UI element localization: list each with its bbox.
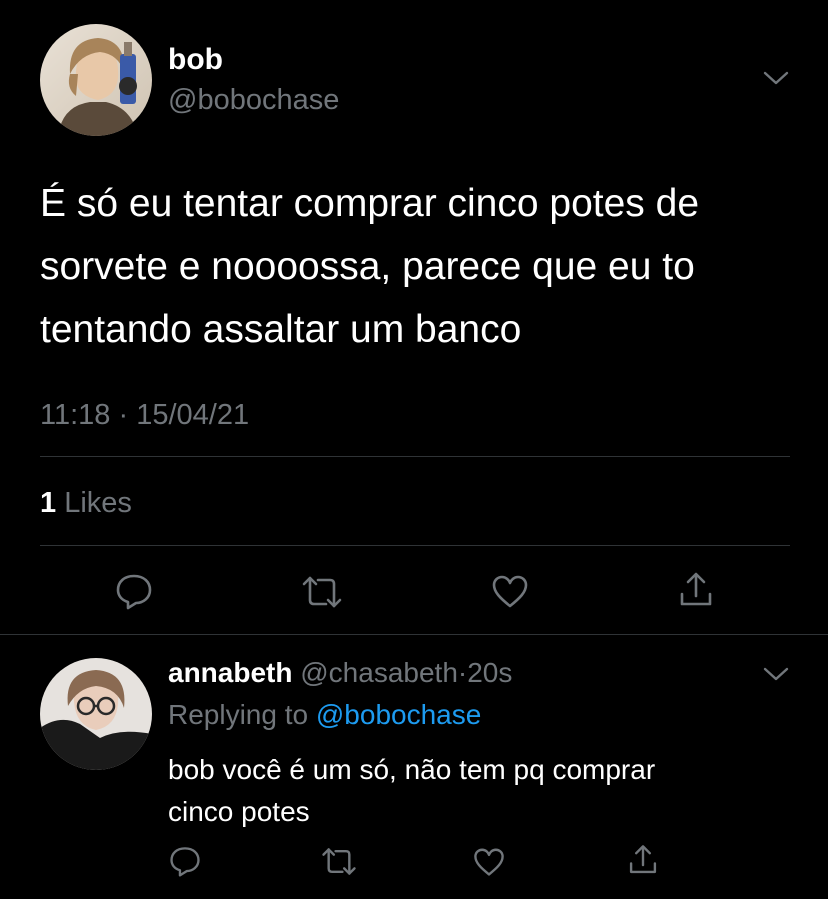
divider (40, 456, 790, 457)
reply-text: bob você é um só, não tem pq comprar cin… (168, 749, 655, 833)
likes-stat[interactable]: 1 Likes (40, 486, 132, 520)
tweet-date: 15/04/21 (136, 399, 250, 431)
reply-text-line: bob você é um só, não tem pq comprar (168, 754, 656, 785)
like-icon[interactable] (490, 574, 530, 610)
author-name[interactable]: bob (168, 42, 223, 78)
tweet-text-line: sorvete e noooossa, parece que eu to (40, 245, 695, 288)
tweet-timestamp[interactable]: 11:18 · 15/04/21 (40, 398, 249, 432)
reply-age[interactable]: 20s (467, 657, 512, 688)
author-avatar[interactable] (40, 24, 152, 136)
reply-text-line: cinco potes (168, 796, 310, 827)
timestamp-separator: · (118, 399, 129, 431)
likes-count: 1 (40, 487, 57, 519)
reply-like-icon[interactable] (472, 847, 506, 878)
reply-author-handle[interactable]: @chasabeth (300, 657, 458, 688)
tweet-text-line: É só eu tentar comprar cinco potes de (40, 182, 700, 225)
reply-header: annabeth @chasabeth·20s (168, 656, 512, 690)
author-handle[interactable]: @bobochase (168, 82, 339, 118)
likes-label: Likes (64, 487, 132, 519)
share-icon[interactable] (676, 570, 716, 610)
chevron-down-icon[interactable] (762, 68, 790, 88)
reply-author-avatar[interactable] (40, 658, 152, 770)
tweet-text-line: tentando assaltar um banco (40, 308, 522, 351)
tweet-time: 11:18 (40, 399, 111, 431)
reply-chevron-down-icon[interactable] (762, 664, 790, 684)
divider (40, 545, 790, 546)
divider (0, 634, 828, 635)
reply-icon[interactable] (114, 572, 154, 610)
replying-to-handle[interactable]: @bobochase (316, 699, 481, 730)
tweet-text: É só eu tentar comprar cinco potes de so… (40, 172, 699, 361)
reply-reply-icon[interactable] (168, 845, 202, 877)
replying-to-prefix: Replying to (168, 699, 309, 730)
reply-author-name[interactable]: annabeth (168, 657, 292, 688)
reply-separator: · (457, 657, 468, 688)
retweet-icon[interactable] (300, 574, 344, 610)
reply-retweet-icon[interactable] (320, 846, 358, 877)
replying-to: Replying to @bobochase (168, 698, 481, 732)
reply-share-icon[interactable] (626, 843, 660, 877)
